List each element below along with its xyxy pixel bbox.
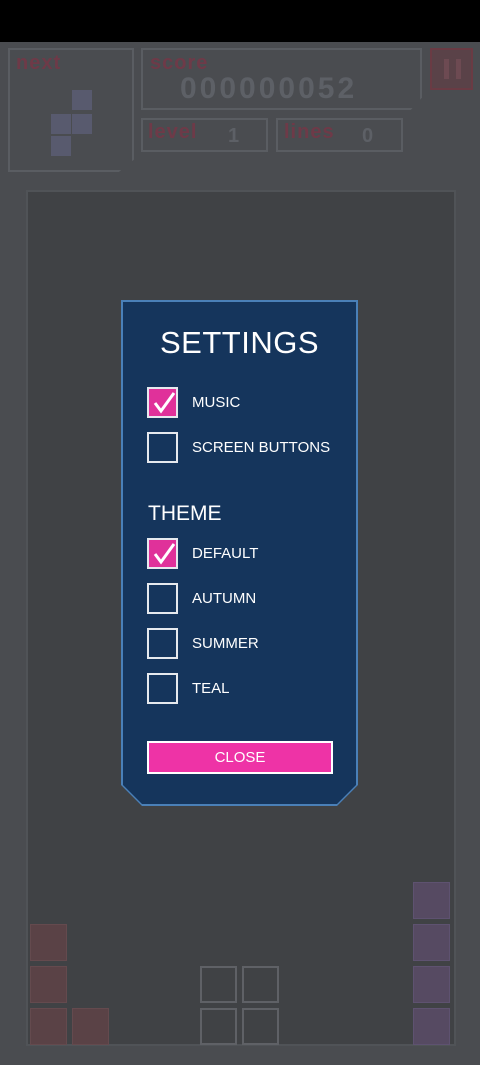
pause-button[interactable]	[430, 48, 473, 90]
next-piece-block	[72, 114, 92, 134]
theme-autumn-label: AUTUMN	[192, 590, 257, 607]
pause-icon	[444, 59, 449, 79]
ghost-piece-block	[200, 966, 237, 1003]
theme-teal-checkbox[interactable]	[147, 673, 178, 704]
next-piece-block	[51, 114, 71, 134]
lines-label: lines	[284, 121, 335, 143]
next-piece-block	[72, 90, 92, 110]
theme-option-teal[interactable]: TEAL	[147, 672, 230, 705]
theme-option-autumn[interactable]: AUTUMN	[147, 582, 256, 615]
board-block	[413, 924, 450, 961]
checkmark-icon	[153, 543, 176, 565]
board-block	[30, 1008, 67, 1045]
screen-buttons-label: SCREEN BUTTONS	[192, 439, 331, 456]
ghost-piece-block	[200, 1008, 237, 1045]
pause-icon-bar	[456, 59, 461, 79]
next-label: next	[16, 52, 62, 74]
board-block	[30, 966, 67, 1003]
theme-option-default[interactable]: DEFAULT	[147, 537, 258, 570]
screen-buttons-checkbox[interactable]	[147, 432, 178, 463]
board-block	[30, 924, 67, 961]
status-bar	[0, 0, 480, 42]
level-label: level	[148, 121, 198, 143]
ghost-piece-block	[242, 1008, 279, 1045]
music-label: MUSIC	[192, 394, 241, 411]
theme-summer-checkbox[interactable]	[147, 628, 178, 659]
theme-option-summer[interactable]: SUMMER	[147, 627, 259, 660]
theme-title: THEME	[148, 502, 222, 525]
board-block	[413, 966, 450, 1003]
checkmark-icon	[153, 392, 176, 414]
music-option[interactable]: MUSIC	[147, 386, 240, 419]
theme-summer-label: SUMMER	[192, 635, 259, 652]
board-block	[72, 1008, 109, 1045]
ghost-piece-block	[242, 966, 279, 1003]
close-button[interactable]: CLOSE	[147, 741, 333, 774]
settings-title: SETTINGS	[159, 325, 319, 360]
lines-value: 0	[362, 125, 374, 147]
theme-teal-label: TEAL	[192, 680, 230, 697]
board-block	[413, 1008, 450, 1045]
screen-buttons-option[interactable]: SCREEN BUTTONS	[147, 431, 330, 464]
theme-autumn-checkbox[interactable]	[147, 583, 178, 614]
theme-default-label: DEFAULT	[192, 545, 259, 562]
next-piece-block	[51, 136, 71, 156]
theme-default-checkbox[interactable]	[147, 538, 178, 569]
score-value: 000000052	[180, 72, 358, 105]
board-block	[413, 882, 450, 919]
music-checkbox[interactable]	[147, 387, 178, 418]
level-value: 1	[228, 125, 240, 147]
